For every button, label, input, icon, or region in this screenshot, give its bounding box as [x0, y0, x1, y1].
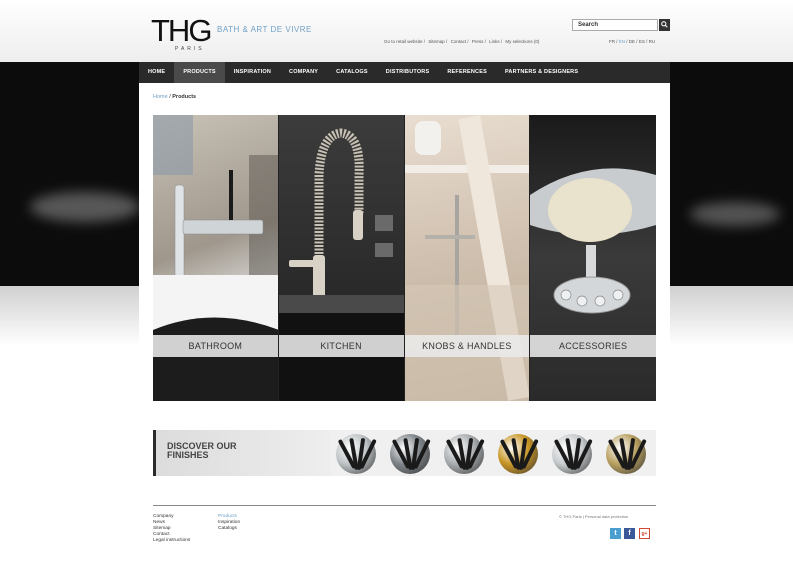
thg-logo[interactable]: THG PARIS: [151, 13, 212, 52]
nav-references[interactable]: REFERENCES: [438, 62, 496, 83]
dark-chrome-icon[interactable]: [390, 434, 431, 474]
nickel-icon[interactable]: [552, 434, 593, 474]
breadcrumb-separator: /: [169, 94, 171, 100]
nav-company[interactable]: COMPANY: [280, 62, 327, 83]
logo-text: THG: [151, 13, 212, 48]
accessories-soapdish-image: [530, 168, 656, 314]
category-tile-accessories[interactable]: ACCESSORIES: [530, 115, 656, 401]
twitter-icon[interactable]: t: [610, 528, 621, 539]
tagline: BATH & ART DE VIVRE: [217, 25, 312, 34]
toplink-selections[interactable]: My selections (0): [505, 39, 539, 44]
category-tile-knobs-handles[interactable]: KNOBS & HANDLES: [404, 115, 531, 401]
breadcrumb-home[interactable]: Home: [153, 94, 168, 100]
lang-fr[interactable]: FR /: [609, 39, 618, 44]
water-splash-right: [690, 202, 780, 226]
language-switcher: FR / EN / DE / ES / RU: [609, 39, 655, 44]
search-input[interactable]: Search: [572, 19, 658, 31]
nav-catalogs[interactable]: CATALOGS: [327, 62, 377, 83]
category-tile-bathroom[interactable]: BATHROOM: [153, 115, 279, 401]
toplink-press[interactable]: Press /: [472, 39, 486, 44]
gold-icon[interactable]: [498, 434, 539, 474]
knobs-handles-image: [404, 115, 530, 401]
nav-inspiration[interactable]: INSPIRATION: [225, 62, 280, 83]
category-grid: BATHROOM KITCHEN KNOBS & HANDLES ACCESSO…: [153, 115, 656, 401]
nav-home[interactable]: HOME: [139, 62, 174, 83]
search-button[interactable]: [659, 19, 670, 31]
category-tile-kitchen[interactable]: KITCHEN: [278, 115, 405, 401]
water-splash-left: [30, 192, 140, 222]
chrome-icon[interactable]: [336, 434, 377, 474]
toplink-sitemap[interactable]: Sitemap /: [428, 39, 447, 44]
finishes-band[interactable]: DISCOVER OUR FINISHES: [153, 430, 656, 476]
page-container: THG PARIS BATH & ART DE VIVRE Search Go …: [139, 0, 670, 572]
toplink-links[interactable]: Links /: [489, 39, 502, 44]
google-plus-icon[interactable]: g+: [639, 528, 650, 539]
breadcrumb-current: Products: [172, 94, 197, 100]
content-panel: Home / Products BATHROOM KITCHEN KNOBS &…: [139, 83, 670, 572]
category-label: KNOBS & HANDLES: [404, 335, 530, 357]
logo-subtext: PARIS: [175, 46, 205, 52]
nav-partners-designers[interactable]: PARTNERS & DESIGNERS: [496, 62, 587, 83]
facebook-icon[interactable]: f: [624, 528, 635, 539]
breadcrumb: Home / Products: [153, 94, 196, 100]
finishes-title: DISCOVER OUR FINISHES: [167, 441, 237, 460]
toplink-contact[interactable]: Contact /: [451, 39, 469, 44]
main-nav: HOME PRODUCTS INSPIRATION COMPANY CATALO…: [139, 62, 670, 83]
footer-link-catalogs[interactable]: Catalogs: [218, 526, 240, 532]
lang-de[interactable]: / DE /: [626, 39, 637, 44]
search-icon: [661, 21, 668, 28]
lang-en[interactable]: EN: [619, 39, 625, 44]
copyright-text: © THG Paris | Personal data protection: [559, 514, 629, 519]
lang-es[interactable]: ES /: [639, 39, 648, 44]
kitchen-faucet-image: [278, 128, 404, 401]
nav-distributors[interactable]: DISTRIBUTORS: [377, 62, 439, 83]
gold-chrome-icon[interactable]: [606, 434, 647, 474]
lang-ru[interactable]: RU: [649, 39, 656, 44]
finishes-title-box: DISCOVER OUR FINISHES: [153, 430, 331, 476]
footer-column-1: Company News Sitemap Contact Legal instr…: [153, 514, 190, 544]
category-label: KITCHEN: [278, 335, 404, 357]
category-label: BATHROOM: [153, 335, 278, 357]
nav-products[interactable]: PRODUCTS: [174, 62, 225, 83]
footer-divider: [153, 505, 656, 506]
footer-column-2: Products Inspiration Catalogs: [218, 514, 240, 532]
bathroom-faucet-image: [153, 115, 278, 401]
category-label: ACCESSORIES: [530, 335, 656, 357]
toplink-retail[interactable]: Go to retail website /: [384, 39, 425, 44]
silver-icon[interactable]: [444, 434, 485, 474]
footer-link-legal[interactable]: Legal instructions: [153, 538, 190, 544]
